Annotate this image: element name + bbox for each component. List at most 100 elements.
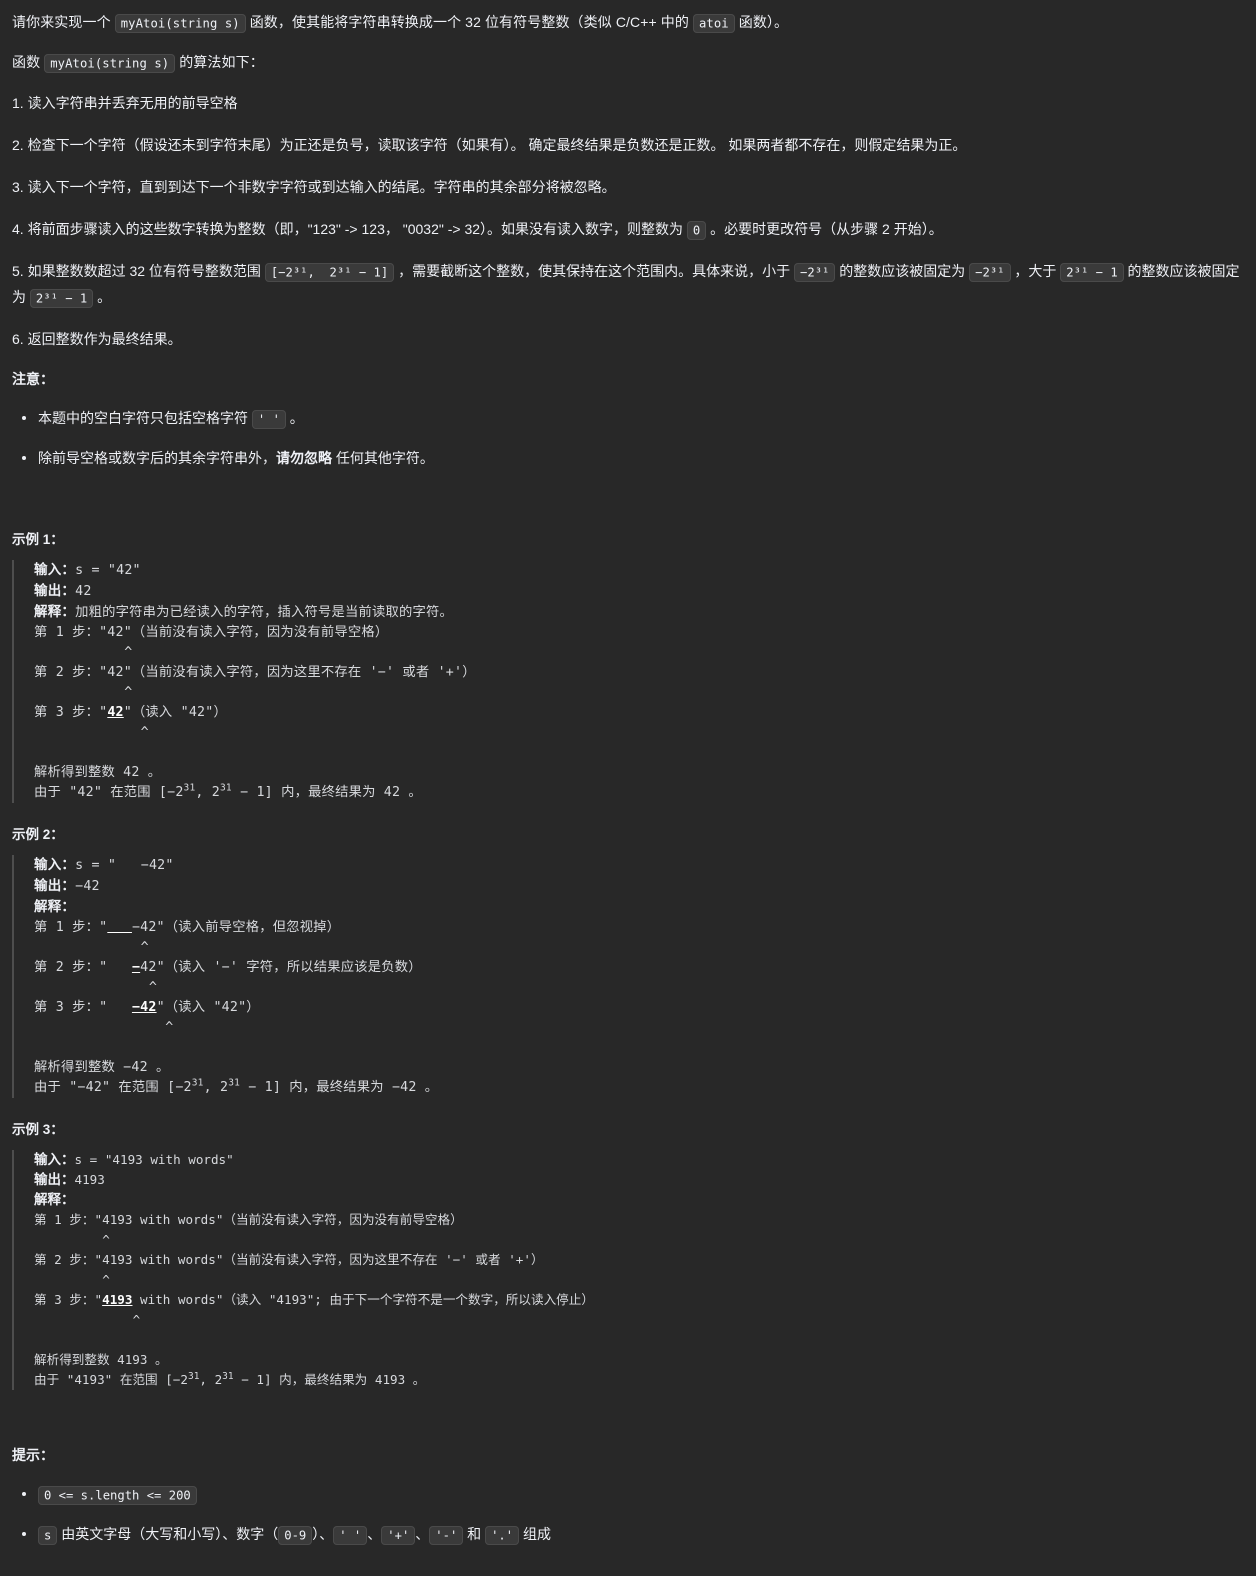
example-1-step-line-1: 第 1 步："42"（当前没有读入字符，因为没有前导空格） (34, 625, 389, 640)
code-chip-digits: 0-9 (278, 1525, 313, 1545)
code-chip-space: ' ' (333, 1525, 368, 1545)
example-3-step-line-2: 第 2 步："4193 with words"（当前没有读入字符，因为这里不存在… (34, 1252, 544, 1267)
example-3-caret-1: ^ (34, 1232, 110, 1247)
intro-lead-after: 函数）。 (734, 14, 789, 30)
spacer-after-example-1 (12, 813, 1244, 825)
example-2-content: 输入：s = " −42" 输出：−42 解释： 第 1 步：" −42"（读入… (34, 857, 439, 1095)
example-3-content: 输入：s = "4193 with words" 输出：4193 解释： 第 1… (34, 1152, 594, 1387)
example-3-heading: 示例 3： (12, 1122, 64, 1137)
example-2-heading: 示例 2： (12, 827, 64, 842)
step-5-text-d: ，大于 (1010, 263, 1061, 279)
step-3-text: 读入下一个字符，直到到达下一个非数字字符或到达输入的结尾。字符串的其余部分将被忽… (27, 179, 616, 195)
hint-item-charset: s 由英文字母（大写和小写）、数字（ 0-9）、 ' '、 '+'、 '-' 和 '.'… (22, 1522, 1244, 1546)
example-1-heading: 示例 1： (12, 532, 64, 547)
example-2-read-sign: − (131, 960, 141, 975)
code-chip-int-min: −2³¹ (794, 262, 836, 282)
step-5-text-b: ，需要截断这个整数，使其保持在这个范围内。具体来说，小于 (394, 263, 795, 279)
step-5-number: 5. (12, 263, 28, 279)
note-item-whitespace: 本题中的空白字符只包括空格字符 ' ' 。 (22, 406, 1244, 430)
note-item-ignore: 除前导空格或数字后的其余字符串外，请勿忽略 任何其他字符。 (22, 446, 1244, 470)
code-chip-int-max-2: 2³¹ − 1 (29, 288, 94, 308)
example-2-read-number: −42 (131, 1000, 157, 1015)
hint-2-text-a: 由英文字母（大写和小写）、数字（ (57, 1526, 279, 1542)
example-2-caret-2: ^ (34, 980, 158, 995)
note-2-emphasis: 请勿忽略 (276, 450, 332, 466)
spacer-before-hints (12, 1400, 1244, 1444)
example-3-read-chars: 4193 (102, 1292, 133, 1307)
hints-list: 0 <= s.length <= 200 s 由英文字母（大写和小写）、数字（ 0… (12, 1482, 1244, 1546)
example-2-caret-1: ^ (34, 940, 149, 955)
hint-2-text-f: 组成 (519, 1526, 551, 1542)
example-2-footer-a: 解析得到整数 −42 。 (34, 1060, 170, 1075)
step-4-number: 4. (12, 221, 28, 237)
example-1-block: 输入：s = "42" 输出：42 解释：加粗的字符串为已经读入的字符，插入符号… (12, 560, 1244, 803)
code-chip-int-max: 2³¹ − 1 (1060, 262, 1124, 282)
code-chip-int-range: [−2³¹, 2³¹ − 1] (264, 262, 395, 282)
example-3-output-value: 4193 (74, 1172, 105, 1187)
example-1-caret-3: ^ (34, 725, 149, 740)
example-2-output-label: 输出： (34, 878, 76, 893)
step-5-text-c: 的整数应该被固定为 (835, 263, 970, 279)
notes-list: 本题中的空白字符只包括空格字符 ' ' 。 除前导空格或数字后的其余字符串外，请… (12, 406, 1244, 470)
algorithm-step-2: 2. 检查下一个字符（假设还未到字符末尾）为正还是负号，读取该字符（如果有）。 … (12, 132, 1244, 158)
algorithm-step-6: 6. 返回整数作为最终结果。 (12, 326, 1244, 352)
hint-2-text-c: 、 (367, 1526, 382, 1542)
example-1-footer-a: 解析得到整数 42 。 (34, 765, 162, 780)
step-5-text-f: 。 (93, 289, 112, 305)
example-2-read-spaces (107, 920, 132, 935)
intro-lead-before: 请你来实现一个 (12, 14, 115, 30)
example-1-explain-value: 加粗的字符串为已经读入的字符，插入符号是当前读取的字符。 (75, 605, 454, 620)
example-2-block: 输入：s = " −42" 输出：−42 解释： 第 1 步：" −42"（读入… (12, 855, 1244, 1098)
intro-paragraph: 请你来实现一个 myAtoi(string s) 函数，使其能将字符串转换成一个… (12, 10, 1244, 34)
example-2-output-value: −42 (75, 879, 100, 894)
code-chip-dot: '.' (485, 1525, 520, 1545)
code-chip-space-char: ' ' (251, 409, 286, 429)
code-chip-minus: '-' (429, 1525, 464, 1545)
example-3-output-label: 输出： (34, 1172, 75, 1187)
code-chip-myatoi-signature: myAtoi(string s) (114, 13, 246, 33)
example-3-caret-3: ^ (34, 1312, 141, 1327)
algorithm-step-1: 1. 读入字符串并丢弃无用的前导空格 (12, 90, 1244, 116)
spacer-before-examples (12, 486, 1244, 530)
example-2-explain-label: 解释： (34, 899, 76, 914)
step-4-text-b: 。必要时更改符号（从步骤 2 开始）。 (706, 221, 943, 237)
example-3-step-line-1: 第 1 步："4193 with words"（当前没有读入字符，因为没有前导空… (34, 1212, 463, 1227)
step-3-number: 3. (12, 179, 28, 195)
step-1-text: 读入字符串并丢弃无用的前导空格 (27, 95, 238, 111)
hint-2-text-e: 和 (463, 1526, 486, 1542)
algo-text-after: 的算法如下： (175, 54, 264, 70)
example-1-content: 输入：s = "42" 输出：42 解释：加粗的字符串为已经读入的字符，插入符号… (34, 562, 476, 800)
example-1-explain-label: 解释： (34, 604, 76, 619)
example-3-block: 输入：s = "4193 with words" 输出：4193 解释： 第 1… (12, 1150, 1244, 1390)
code-chip-plus: '+' (381, 1525, 416, 1545)
code-chip-myatoi-signature-2: myAtoi(string s) (44, 53, 176, 73)
example-3-input-label: 输入： (34, 1152, 75, 1167)
note-2-text-b: 任何其他字符。 (332, 450, 434, 466)
example-1-step-line-2: 第 2 步："42"（当前没有读入字符，因为这里不存在 '−' 或者 '+'） (34, 665, 476, 680)
algorithm-step-4: 4. 将前面步骤读入的这些数字转换为整数（即，"123" -> 123， "00… (12, 216, 1244, 242)
algorithm-step-5: 5. 如果整数数超过 32 位有符号整数范围 [−2³¹, 2³¹ − 1] ，… (12, 258, 1244, 310)
example-3-footer-a: 解析得到整数 4193 。 (34, 1352, 168, 1367)
example-1-read-chars: 42 (107, 705, 124, 720)
step-2-text: 检查下一个字符（假设还未到字符末尾）为正还是负号，读取该字符（如果有）。 确定最… (27, 137, 967, 153)
note-1-text-a: 本题中的空白字符只包括空格字符 (38, 410, 252, 426)
example-1-caret-1: ^ (34, 645, 133, 660)
step-2-number: 2. (12, 137, 28, 153)
algorithm-step-3: 3. 读入下一个字符，直到到达下一个非数字字符或到达输入的结尾。字符串的其余部分… (12, 174, 1244, 200)
example-3-explain-label: 解释： (34, 1192, 75, 1207)
example-2-input-label: 输入： (34, 857, 76, 872)
intro-lead-middle: 函数，使其能将字符串转换成一个 32 位有符号整数（类似 C/C++ 中的 (245, 14, 693, 30)
example-1-output-label: 输出： (34, 583, 76, 598)
step-6-number: 6. (12, 331, 28, 347)
example-1-input-value: s = "42" (75, 563, 141, 578)
code-chip-int-min-2: −2³¹ (969, 262, 1011, 282)
example-1-input-label: 输入： (34, 562, 76, 577)
notes-heading: 注意： (12, 371, 54, 387)
algo-text-before: 函数 (12, 54, 45, 70)
example-1-output-value: 42 (75, 584, 92, 599)
algorithm-intro-paragraph: 函数 myAtoi(string s) 的算法如下： (12, 50, 1244, 74)
step-5-text-a: 如果整数数超过 32 位有符号整数范围 (27, 263, 265, 279)
code-chip-length-constraint: 0 <= s.length <= 200 (38, 1485, 197, 1505)
example-2-input-value: s = " −42" (75, 858, 174, 873)
hints-heading: 提示： (12, 1447, 54, 1463)
